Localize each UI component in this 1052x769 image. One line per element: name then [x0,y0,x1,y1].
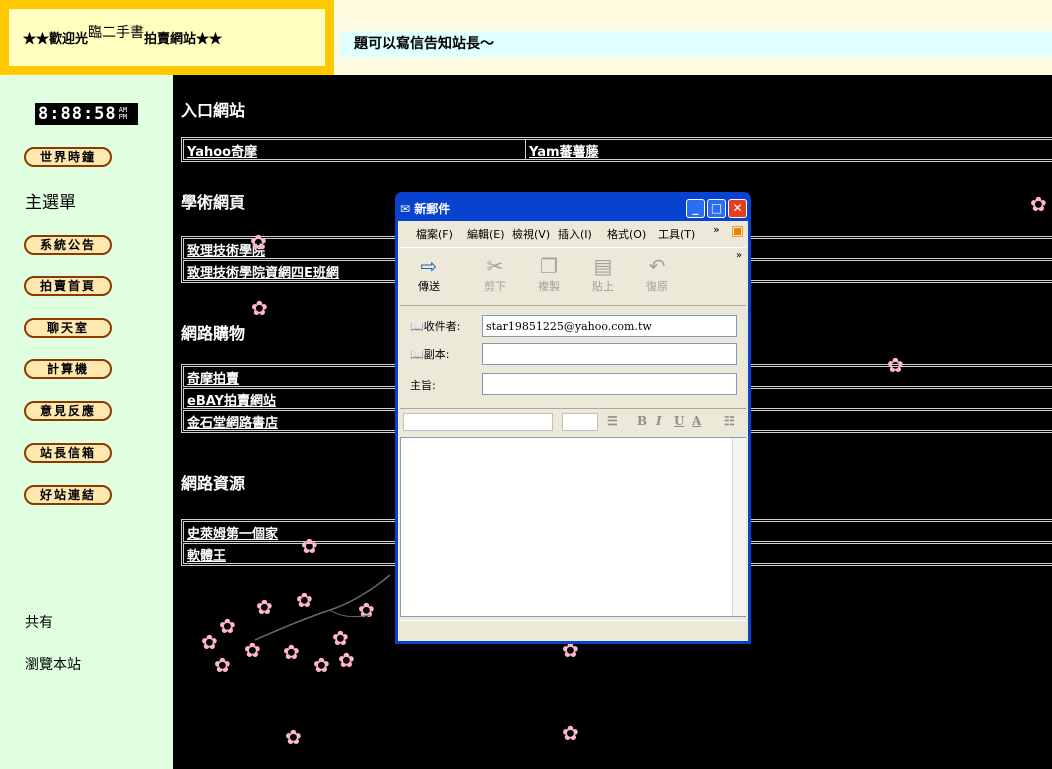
column-divider [525,140,526,159]
blossom-branch [254,574,391,641]
link-yahoo[interactable]: Yahoo奇摩 [187,141,257,160]
scrollbar[interactable] [732,438,746,616]
status-bar [400,620,746,641]
portal-link-table: Yahoo奇摩 Yam蕃薯藤 [181,137,1052,162]
font-select[interactable] [403,413,553,431]
menu-view[interactable]: 檢視(V) [512,226,550,242]
cherry-blossom-icon: ✿ [313,653,330,677]
link-ebay[interactable]: eBAY拍賣網站 [187,390,276,409]
windows-flag-icon: ▣ [731,223,745,239]
webmaster-mailbox-button[interactable]: 站長信箱 [24,443,112,463]
copy-button[interactable]: ❐ 複製 [526,254,572,294]
paragraph-style-icon[interactable]: ☰ [607,414,618,428]
menu-overflow-chevron-icon[interactable]: » [713,223,720,236]
menu-tools[interactable]: 工具(T) [658,226,695,242]
calculator-button[interactable]: 計算機 [24,359,112,379]
send-icon: ⇨ [420,254,438,278]
cc-field[interactable] [482,343,737,365]
welcome-banner-inner: ★★歡迎光臨二手書拍賣網站★★ [9,9,325,66]
menu-file[interactable]: 檔案(F) [416,226,453,242]
undo-button[interactable]: ↶ 復原 [634,254,680,294]
total-label: 共有 [25,615,53,631]
toolbar-overflow-chevron-icon[interactable]: » [736,250,742,261]
menu-bar: 檔案(F) 編輯(E) 檢視(V) 插入(I) 格式(O) 工具(T) » ▣ [400,223,746,243]
section-title-shopping: 網路購物 [181,324,246,343]
mail-app-icon: ✉ [400,202,411,216]
table-row: Yahoo奇摩 Yam蕃薯藤 [183,139,1052,160]
section-title-portal: 入口網站 [181,101,246,120]
undo-icon: ↶ [648,254,666,278]
list-icon[interactable]: ☷ [724,414,735,428]
section-title-resources: 網路資源 [181,474,246,493]
cherry-blossom-icon: ✿ [301,534,318,558]
section-title-academic: 學術網頁 [181,193,246,212]
send-button[interactable]: ⇨ 傳送 [406,254,452,294]
cut-button[interactable]: ✂ 剪下 [472,254,518,294]
cherry-blossom-icon: ✿ [251,296,268,320]
cherry-blossom-icon: ✿ [219,614,236,638]
cherry-blossom-icon: ✿ [285,725,302,749]
cherry-blossom-icon: ✿ [887,353,904,377]
link-yam[interactable]: Yam蕃薯藤 [529,141,599,160]
minimize-button[interactable]: _ [686,199,705,218]
font-color-button[interactable]: A [692,414,701,428]
welcome-text: ★★歡迎光臨二手書拍賣網站★★ [23,24,223,47]
link-kingstone[interactable]: 金石堂網路書店 [187,412,278,431]
main-menu-heading: 主選單 [25,193,76,213]
digital-clock: 8:88:58 AM PM [35,103,138,125]
chatroom-button[interactable]: 聊天室 [24,318,112,338]
visits-label: 瀏覽本站 [25,657,81,673]
menu-format[interactable]: 格式(O) [607,226,646,242]
good-links-button[interactable]: 好站連結 [24,485,112,505]
message-body-editor[interactable] [400,437,746,617]
feedback-button[interactable]: 意見反應 [24,401,112,421]
cherry-blossom-icon: ✿ [214,653,231,677]
auction-home-button[interactable]: 拍賣首頁 [24,276,112,296]
cherry-blossom-icon: ✿ [562,721,579,745]
world-time-button[interactable]: 世界時鐘 [24,147,112,167]
address-book-icon: 📖 [410,320,424,333]
cherry-blossom-icon: ✿ [1030,192,1047,216]
menu-edit[interactable]: 編輯(E) [467,226,505,242]
copy-icon: ❐ [540,254,558,278]
window-title: ✉ 新郵件 [400,202,451,216]
subject-field[interactable] [482,373,737,395]
cut-icon: ✂ [486,254,504,278]
cc-label: 📖副本: [410,348,450,361]
cherry-blossom-icon: ✿ [338,648,355,672]
link-yahoo-auction[interactable]: 奇摩拍賣 [187,368,239,387]
bold-button[interactable]: B [637,414,647,428]
toolbar: ⇨ 傳送 ✂ 剪下 ❐ 複製 ▤ 貼上 ↶ 復原 » [400,247,746,306]
paste-button[interactable]: ▤ 貼上 [580,254,626,294]
font-size-select[interactable] [562,413,598,431]
address-book-icon: 📖 [410,348,424,361]
to-label: 📖收件者: [410,320,461,333]
menu-insert[interactable]: 插入(I) [558,226,592,242]
cherry-blossom-icon: ✿ [201,630,218,654]
announcement-button[interactable]: 系統公告 [24,235,112,255]
to-field[interactable]: star19851225@yahoo.com.tw [482,315,737,337]
marquee-text: 題可以寫信告知站長～ [354,36,494,52]
underline-button[interactable]: U [674,414,684,428]
close-button[interactable]: ✕ [728,199,747,218]
subject-label: 主旨: [410,379,436,392]
cherry-blossom-icon: ✿ [250,230,267,254]
maximize-button[interactable]: □ [707,199,726,218]
link-class-site[interactable]: 致理技術學院資網四E班網 [187,262,339,281]
paste-icon: ▤ [593,254,613,278]
italic-button[interactable]: I [656,414,662,428]
link-software-king[interactable]: 軟體王 [187,545,226,564]
link-slime-home[interactable]: 史萊姆第一個家 [187,523,278,542]
